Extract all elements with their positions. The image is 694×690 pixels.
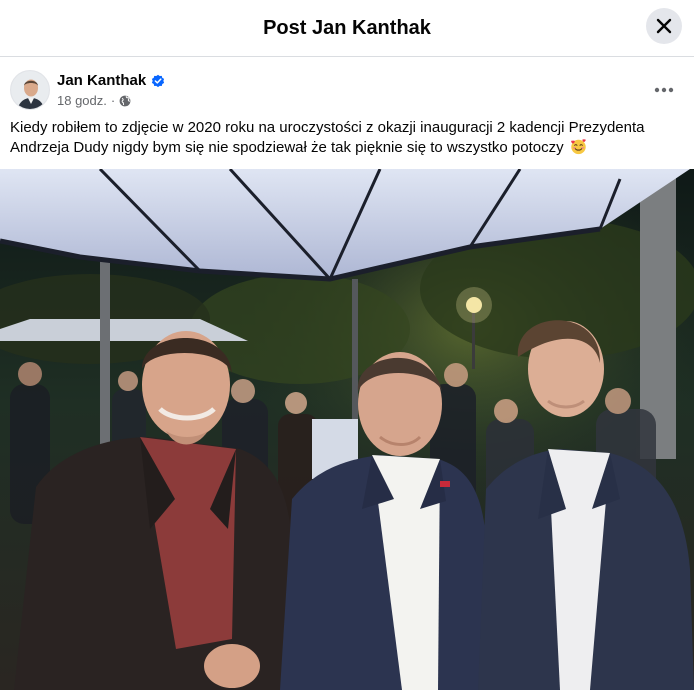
author-name[interactable]: Jan Kanthak <box>57 72 146 89</box>
post-photo[interactable] <box>0 169 694 690</box>
post-meta: 18 godz. · <box>57 93 131 108</box>
photo-illustration <box>0 169 694 690</box>
avatar-portrait <box>11 71 49 109</box>
author-name-line: Jan Kanthak <box>57 72 165 89</box>
author-avatar[interactable] <box>10 70 50 110</box>
post-text: Kiedy robiłem to zdjęcie w 2020 roku na … <box>10 119 645 156</box>
more-options-icon <box>654 87 674 93</box>
close-button[interactable] <box>646 8 682 44</box>
close-icon <box>656 18 672 34</box>
verified-badge-icon <box>152 74 165 87</box>
more-options-button[interactable] <box>648 74 680 106</box>
post-message: Kiedy robiłem to zdjęcie w 2020 roku na … <box>10 118 670 158</box>
post-timestamp[interactable]: 18 godz. <box>57 93 107 108</box>
post-dialog-header: Post Jan Kanthak <box>0 0 694 57</box>
dialog-title: Post Jan Kanthak <box>263 16 431 39</box>
post-author-row: Jan Kanthak 18 godz. · <box>10 70 684 110</box>
smiling-face-with-hearts-emoji <box>570 139 586 155</box>
meta-separator: · <box>110 93 116 108</box>
globe-icon <box>119 95 131 106</box>
